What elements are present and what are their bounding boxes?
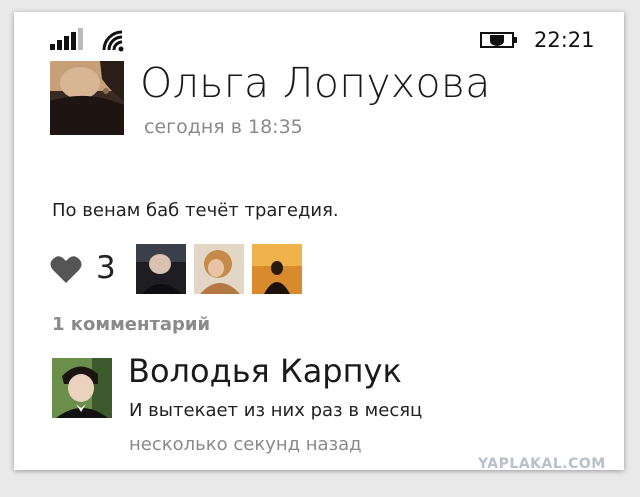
post-text: По венам баб течёт трагедия.: [52, 200, 339, 221]
watermark: YAPLAKAL.COM: [478, 456, 606, 472]
author-name[interactable]: Ольга Лопухова: [140, 59, 491, 107]
battery-saver-icon: [480, 32, 517, 48]
like-count[interactable]: 3: [96, 250, 116, 286]
comment-text: И вытекает из них раз в месяц: [129, 400, 423, 421]
post-timestamp: сегодня в 18:35: [144, 116, 303, 138]
cellular-signal-icon: [50, 28, 83, 50]
comment-timestamp: несколько секунд назад: [129, 434, 362, 455]
clock: 22:21: [534, 28, 595, 52]
heart-icon[interactable]: [50, 254, 82, 284]
commenter-name[interactable]: Володья Карпук: [128, 352, 402, 390]
commenter-avatar[interactable]: [52, 358, 112, 418]
liker-avatar[interactable]: [136, 244, 186, 294]
liker-avatar[interactable]: [194, 244, 244, 294]
status-bar: 22:21: [14, 12, 624, 62]
post-card: 22:21 Ольга Лопухова сегодня в 18:35 По …: [14, 12, 624, 470]
comments-count[interactable]: 1 комментарий: [52, 314, 210, 335]
wifi-icon: [102, 30, 124, 52]
liker-avatar[interactable]: [252, 244, 302, 294]
likes-row: 3: [50, 244, 450, 294]
author-avatar[interactable]: [50, 61, 124, 135]
